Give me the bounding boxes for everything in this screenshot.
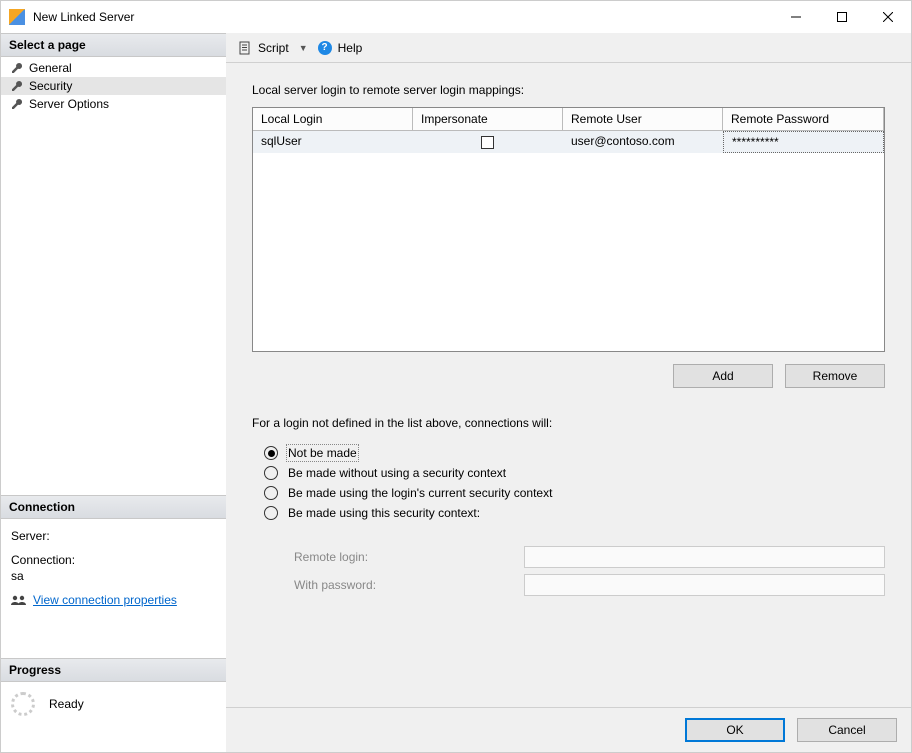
view-connection-properties-text: View connection properties — [33, 593, 177, 607]
sidebar-item-label: General — [29, 61, 72, 75]
remove-button[interactable]: Remove — [785, 364, 885, 388]
sidebar-item-label: Security — [29, 79, 72, 93]
dialog-footer: OK Cancel — [226, 707, 911, 752]
server-label: Server: — [11, 529, 216, 543]
cell-local-login[interactable]: sqlUser — [253, 131, 413, 153]
cell-remote-password[interactable]: ********** — [723, 131, 884, 153]
cancel-button[interactable]: Cancel — [797, 718, 897, 742]
sidebar: Select a page General Security — [1, 33, 226, 752]
impersonate-checkbox[interactable] — [481, 136, 494, 149]
sidebar-item-general[interactable]: General — [1, 59, 226, 77]
content: Local server login to remote server logi… — [226, 63, 911, 707]
with-password-input[interactable] — [524, 574, 885, 596]
with-password-label: With password: — [294, 578, 524, 592]
remote-login-input[interactable] — [524, 546, 885, 568]
wrench-icon — [11, 98, 23, 110]
with-password-row: With password: — [294, 574, 885, 596]
radio-label: Not be made — [288, 446, 357, 460]
not-defined-label: For a login not defined in the list abov… — [252, 416, 885, 430]
col-local-login[interactable]: Local Login — [253, 108, 413, 131]
minimize-button[interactable] — [773, 1, 819, 33]
connection-label: Connection: — [11, 553, 216, 567]
remote-login-row: Remote login: — [294, 546, 885, 568]
radio-icon[interactable] — [264, 466, 278, 480]
progress-status: Ready — [49, 697, 84, 711]
script-icon — [238, 41, 252, 55]
window-title: New Linked Server — [33, 10, 773, 24]
help-button[interactable]: Help — [338, 41, 363, 55]
radio-label: Be made using the login's current securi… — [288, 486, 552, 500]
script-button[interactable]: Script — [258, 41, 289, 55]
wrench-icon — [11, 62, 23, 74]
progress-spinner-icon — [11, 692, 35, 716]
security-context-fields: Remote login: With password: — [252, 540, 885, 602]
radio-not-be-made[interactable]: Not be made — [264, 446, 885, 460]
progress-body: Ready — [1, 682, 226, 726]
grid-header: Local Login Impersonate Remote User Remo… — [253, 108, 884, 131]
select-page-header: Select a page — [1, 33, 226, 57]
radio-icon[interactable] — [264, 506, 278, 520]
app-icon — [9, 9, 25, 25]
view-connection-properties-link[interactable]: View connection properties — [11, 593, 177, 607]
col-remote-password[interactable]: Remote Password — [723, 108, 884, 131]
connection-body: Server: Connection: sa View connection p… — [1, 519, 226, 618]
connection-header: Connection — [1, 495, 226, 519]
radio-no-security-context[interactable]: Be made without using a security context — [264, 466, 885, 480]
sidebar-item-label: Server Options — [29, 97, 109, 111]
titlebar: New Linked Server — [1, 1, 911, 33]
login-mappings-grid[interactable]: Local Login Impersonate Remote User Remo… — [252, 107, 885, 352]
page-list: General Security Server Options — [1, 57, 226, 115]
sidebar-item-security[interactable]: Security — [1, 77, 226, 95]
script-dropdown-arrow[interactable]: ▼ — [299, 43, 308, 53]
main-panel: Script ▼ ? Help Local server login to re… — [226, 33, 911, 752]
col-remote-user[interactable]: Remote User — [563, 108, 723, 131]
cell-remote-user[interactable]: user@contoso.com — [563, 131, 723, 153]
grid-buttons: Add Remove — [252, 364, 885, 388]
remote-login-label: Remote login: — [294, 550, 524, 564]
progress-header: Progress — [1, 658, 226, 682]
add-button[interactable]: Add — [673, 364, 773, 388]
connection-radio-group: Not be made Be made without using a secu… — [252, 440, 885, 526]
radio-label: Be made without using a security context — [288, 466, 506, 480]
mappings-label: Local server login to remote server logi… — [252, 83, 885, 97]
wrench-icon — [11, 80, 23, 92]
help-icon: ? — [318, 41, 332, 55]
maximize-button[interactable] — [819, 1, 865, 33]
connection-value: sa — [11, 569, 216, 583]
ok-button[interactable]: OK — [685, 718, 785, 742]
people-icon — [11, 595, 27, 605]
col-impersonate[interactable]: Impersonate — [413, 108, 563, 131]
radio-this-security-context[interactable]: Be made using this security context: — [264, 506, 885, 520]
radio-label: Be made using this security context: — [288, 506, 480, 520]
cell-impersonate[interactable] — [413, 131, 563, 153]
grid-row[interactable]: sqlUser user@contoso.com ********** — [253, 131, 884, 153]
radio-current-security-context[interactable]: Be made using the login's current securi… — [264, 486, 885, 500]
window-controls — [773, 1, 911, 33]
close-button[interactable] — [865, 1, 911, 33]
sidebar-item-server-options[interactable]: Server Options — [1, 95, 226, 113]
toolbar: Script ▼ ? Help — [226, 33, 911, 63]
body-area: Select a page General Security — [1, 33, 911, 752]
dialog-window: New Linked Server Select a page Gener — [0, 0, 912, 753]
radio-icon[interactable] — [264, 446, 278, 460]
radio-icon[interactable] — [264, 486, 278, 500]
